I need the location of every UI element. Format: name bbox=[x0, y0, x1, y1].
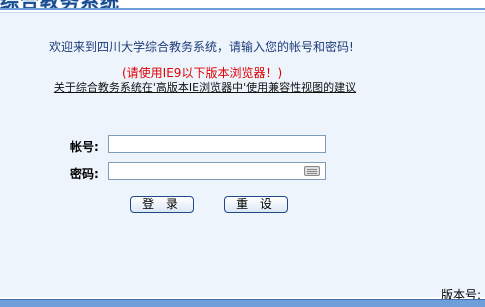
password-label: 密码: bbox=[70, 167, 99, 181]
password-input[interactable] bbox=[108, 162, 326, 180]
account-label: 帐号: bbox=[70, 140, 99, 154]
banner-divider bbox=[0, 8, 485, 10]
reset-button[interactable]: 重 设 bbox=[224, 196, 288, 213]
keyboard-icon[interactable] bbox=[304, 166, 320, 176]
ie-version-warning: (请使用IE9以下版本浏览器！) bbox=[122, 66, 283, 80]
welcome-message: 欢迎来到四川大学综合教务系统，请输入您的帐号和密码! bbox=[49, 40, 354, 54]
compatibility-view-link[interactable]: 关于综合教务系统在'高版本IE浏览器中'使用兼容性视图的建议 bbox=[50, 80, 360, 95]
account-input[interactable] bbox=[108, 135, 326, 153]
header-banner: 综合教务系统 bbox=[0, 0, 485, 10]
login-button[interactable]: 登 录 bbox=[130, 196, 194, 213]
